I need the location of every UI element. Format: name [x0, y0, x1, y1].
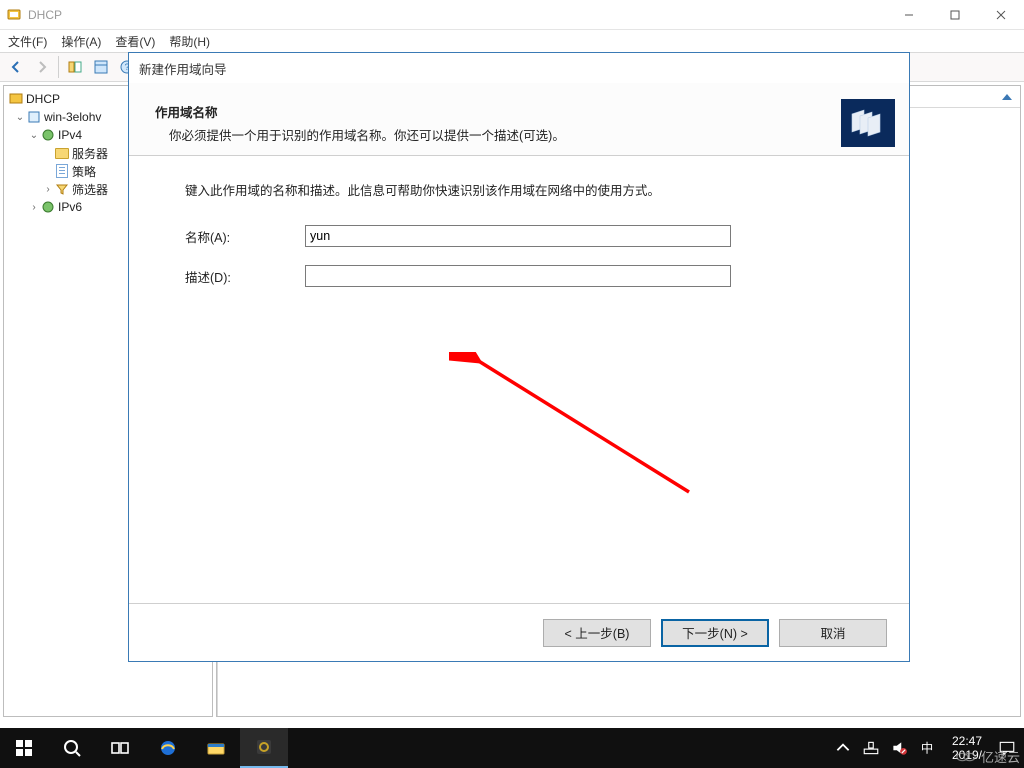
ipv4-icon [40, 127, 56, 143]
task-view-button[interactable] [96, 728, 144, 768]
wizard-banner-icon [841, 99, 895, 147]
server-icon [26, 109, 42, 125]
scope-desc-input[interactable] [305, 265, 731, 287]
wizard-body: 键入此作用域的名称和描述。此信息可帮助你快速识别该作用域在网络中的使用方式。 名… [129, 156, 909, 287]
tray-chevron-up-icon[interactable] [834, 739, 852, 757]
ime-icon[interactable]: 中 [918, 739, 936, 757]
sort-arrow-up-icon [1002, 94, 1012, 100]
svg-text:中: 中 [921, 741, 933, 756]
chevron-right-icon[interactable]: › [28, 202, 40, 213]
wizard-title: 新建作用域向导 [129, 53, 909, 83]
scope-name-input[interactable] [305, 225, 731, 247]
menu-file[interactable]: 文件(F) [8, 33, 47, 50]
toolbar-separator [58, 56, 59, 78]
start-button[interactable] [0, 728, 48, 768]
chevron-down-icon[interactable]: ⌄ [14, 112, 26, 123]
next-button[interactable]: 下一步(N) > [661, 619, 769, 647]
minimize-button[interactable] [886, 0, 932, 30]
taskbar-app-server-manager[interactable] [240, 728, 288, 768]
titlebar: DHCP [0, 0, 1024, 30]
tree-policies-label: 策略 [72, 163, 96, 180]
wizard-header: 作用域名称 你必须提供一个用于识别的作用域名称。你还可以提供一个描述(可选)。 [129, 83, 909, 155]
filter-icon [54, 181, 70, 197]
chevron-right-icon[interactable]: › [42, 184, 54, 195]
chevron-down-icon[interactable]: ⌄ [28, 130, 40, 141]
folder-icon [54, 145, 70, 161]
taskbar: 中 22:47 2019/ [0, 728, 1024, 768]
show-hide-tree-button[interactable] [63, 55, 87, 79]
maximize-button[interactable] [932, 0, 978, 30]
clock-time: 22:47 [952, 734, 982, 748]
volume-icon[interactable] [890, 739, 908, 757]
scope-desc-label: 描述(D): [185, 267, 305, 286]
taskbar-app-ie[interactable] [144, 728, 192, 768]
clock-date: 2019/ [952, 748, 982, 762]
properties-button[interactable] [89, 55, 113, 79]
tree-root-label: DHCP [26, 92, 60, 106]
tree-filters-label: 筛选器 [72, 181, 108, 198]
dhcp-root-icon [8, 91, 24, 107]
taskbar-clock[interactable]: 22:47 2019/ [946, 734, 988, 762]
system-tray: 中 22:47 2019/ [834, 734, 1024, 762]
tree-ipv6-label: IPv6 [58, 200, 82, 214]
tree-server-options-label: 服务器 [72, 145, 108, 162]
ipv6-icon [40, 199, 56, 215]
wizard-instruction: 键入此作用域的名称和描述。此信息可帮助你快速识别该作用域在网络中的使用方式。 [185, 180, 863, 199]
forward-button[interactable] [30, 55, 54, 79]
menu-action[interactable]: 操作(A) [61, 33, 101, 50]
dhcp-app-icon [6, 7, 22, 23]
scope-name-label: 名称(A): [185, 227, 305, 246]
back-button[interactable]: < 上一步(B) [543, 619, 651, 647]
network-icon[interactable] [862, 739, 880, 757]
tree-server-label: win-3elohv [44, 110, 101, 124]
back-button[interactable] [4, 55, 28, 79]
menu-help[interactable]: 帮助(H) [169, 33, 210, 50]
tree-ipv4-label: IPv4 [58, 128, 82, 142]
new-scope-wizard: 新建作用域向导 作用域名称 你必须提供一个用于识别的作用域名称。你还可以提供一个… [128, 52, 910, 662]
menubar: 文件(F) 操作(A) 查看(V) 帮助(H) [0, 30, 1024, 52]
search-button[interactable] [48, 728, 96, 768]
menu-view[interactable]: 查看(V) [115, 33, 155, 50]
action-center-icon[interactable] [998, 739, 1016, 757]
wizard-header-title: 作用域名称 [155, 102, 565, 121]
wizard-header-subtitle: 你必须提供一个用于识别的作用域名称。你还可以提供一个描述(可选)。 [155, 125, 565, 144]
close-button[interactable] [978, 0, 1024, 30]
cancel-button[interactable]: 取消 [779, 619, 887, 647]
page-icon [54, 163, 70, 179]
window-title: DHCP [28, 8, 62, 22]
taskbar-app-explorer[interactable] [192, 728, 240, 768]
wizard-footer: < 上一步(B) 下一步(N) > 取消 [129, 603, 909, 661]
annotation-arrow-icon [449, 352, 699, 502]
